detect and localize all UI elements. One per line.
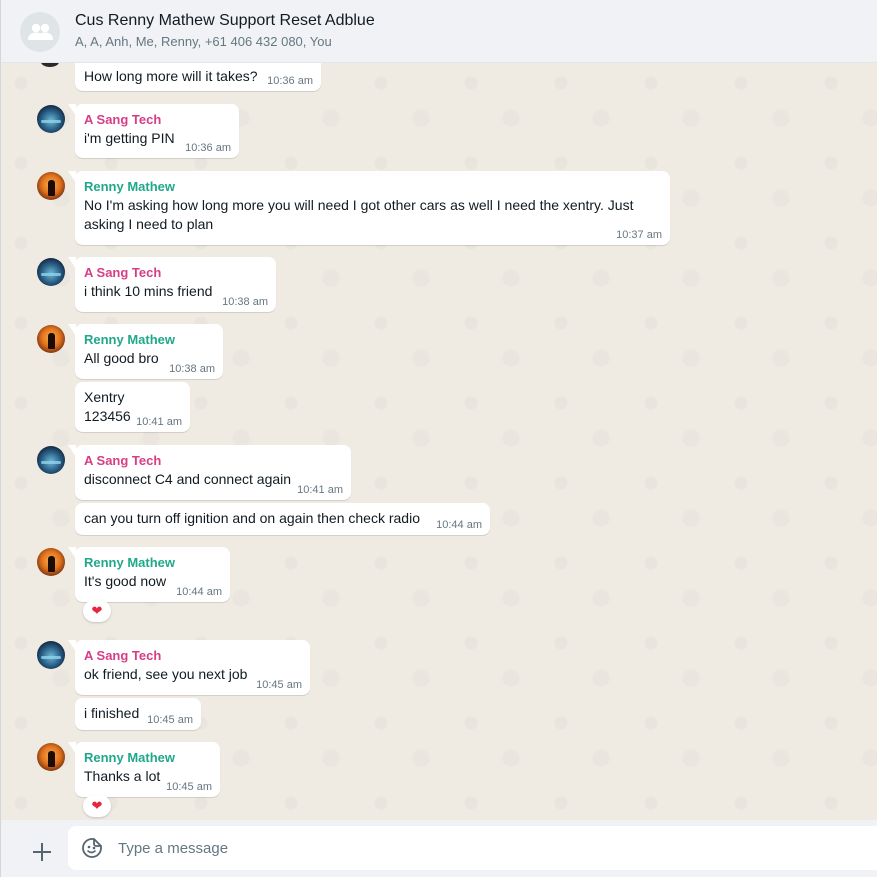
message-bubble[interactable]: i finished 10:45 am xyxy=(75,698,201,730)
message-bubble[interactable]: Renny Mathew Thanks a lot 10:45 am xyxy=(68,742,220,797)
message-time: 10:41 am xyxy=(297,484,343,496)
message-bubble[interactable]: Renny Mathew No I'm asking how long more… xyxy=(68,171,670,245)
chat-members: A, A, Anh, Me, Renny, +61 406 432 080, Y… xyxy=(75,34,332,49)
message-time: 10:45 am xyxy=(256,679,302,691)
message-time: 10:45 am xyxy=(166,781,212,793)
avatar[interactable] xyxy=(37,105,65,133)
avatar[interactable] xyxy=(37,258,65,286)
sender-name[interactable]: A Sang Tech xyxy=(84,646,301,665)
avatar[interactable] xyxy=(37,548,65,576)
message-list[interactable]: How long more will it takes? 10:36 am A … xyxy=(1,63,877,820)
message-bubble[interactable]: How long more will it takes? 10:36 am xyxy=(75,63,321,91)
heart-reaction[interactable]: ❤ xyxy=(83,795,111,817)
sender-name[interactable]: Renny Mathew xyxy=(84,177,661,196)
sender-name[interactable]: Renny Mathew xyxy=(84,553,221,572)
sticker-smiley-icon[interactable] xyxy=(81,837,103,859)
message-time: 10:38 am xyxy=(169,363,215,375)
heart-reaction[interactable]: ❤ xyxy=(83,600,111,622)
message-bubble[interactable]: A Sang Tech i think 10 mins friend 10:38… xyxy=(68,257,276,312)
sender-name[interactable]: A Sang Tech xyxy=(84,451,342,470)
chat-header[interactable]: Cus Renny Mathew Support Reset Adblue A,… xyxy=(1,0,877,63)
message-time: 10:44 am xyxy=(176,586,222,598)
message-time: 10:38 am xyxy=(222,296,268,308)
sender-name[interactable]: Renny Mathew xyxy=(84,330,214,349)
avatar[interactable] xyxy=(37,172,65,200)
sender-name[interactable]: Renny Mathew xyxy=(84,748,211,767)
avatar[interactable] xyxy=(37,743,65,771)
message-time: 10:44 am xyxy=(436,519,482,531)
message-bubble[interactable]: A Sang Tech ok friend, see you next job … xyxy=(68,640,310,695)
message-text-line: Xentry xyxy=(84,389,125,405)
message-bubble[interactable]: Renny Mathew All good bro 10:38 am xyxy=(68,324,223,379)
message-time: 10:37 am xyxy=(616,229,662,241)
avatar xyxy=(41,63,59,67)
group-icon xyxy=(28,23,53,40)
input-container[interactable] xyxy=(68,826,877,870)
message-time: 10:45 am xyxy=(147,714,193,726)
message-time: 10:41 am xyxy=(136,416,182,428)
group-avatar[interactable] xyxy=(20,12,60,52)
message-bubble[interactable]: A Sang Tech disconnect C4 and connect ag… xyxy=(68,445,351,500)
message-text: can you turn off ignition and on again t… xyxy=(84,510,420,526)
message-input[interactable] xyxy=(118,826,818,870)
message-composer xyxy=(1,820,877,877)
chat-title[interactable]: Cus Renny Mathew Support Reset Adblue xyxy=(75,12,375,30)
avatar[interactable] xyxy=(37,641,65,669)
heart-icon: ❤ xyxy=(91,798,103,813)
plus-icon xyxy=(33,843,51,861)
message-bubble[interactable]: Xentry 123456 10:41 am xyxy=(75,382,190,432)
avatar[interactable] xyxy=(37,325,65,353)
sender-name[interactable]: A Sang Tech xyxy=(84,110,230,129)
message-bubble[interactable]: can you turn off ignition and on again t… xyxy=(75,503,490,535)
message-time: 10:36 am xyxy=(267,75,313,87)
chat-window: Cus Renny Mathew Support Reset Adblue A,… xyxy=(0,0,877,877)
message-time: 10:36 am xyxy=(185,142,231,154)
message-bubble[interactable]: A Sang Tech i'm getting PIN 10:36 am xyxy=(68,104,239,158)
message-bubble[interactable]: Renny Mathew It's good now 10:44 am xyxy=(68,547,230,602)
attach-button[interactable] xyxy=(27,837,57,867)
avatar[interactable] xyxy=(37,446,65,474)
heart-icon: ❤ xyxy=(91,603,103,618)
sender-name[interactable]: A Sang Tech xyxy=(84,263,267,282)
message-text: No I'm asking how long more you will nee… xyxy=(84,197,634,232)
